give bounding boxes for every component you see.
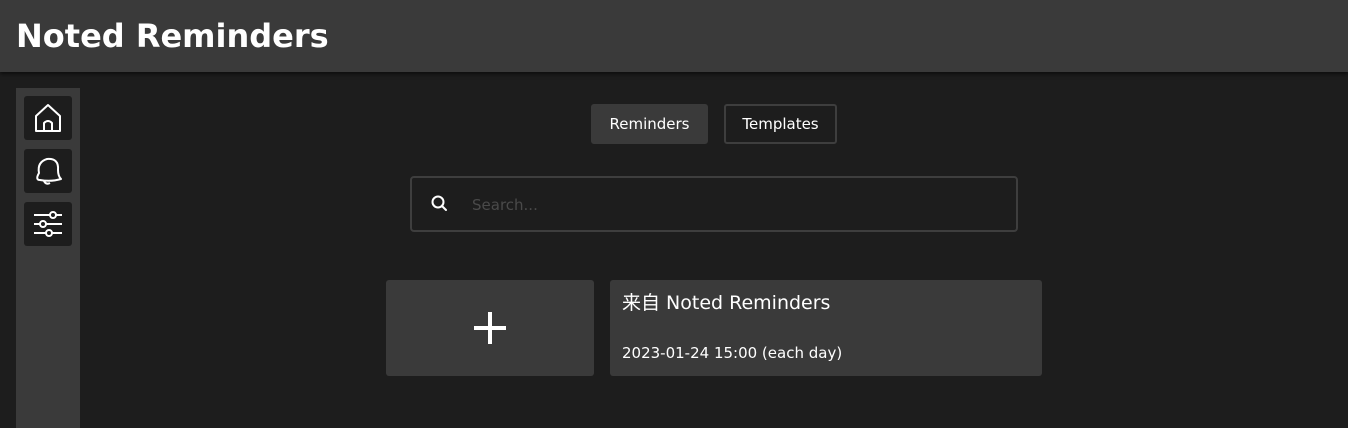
- add-reminder-button[interactable]: [386, 280, 594, 376]
- sliders-icon: [34, 211, 62, 237]
- tab-templates[interactable]: Templates: [724, 104, 837, 144]
- sidebar-item-home[interactable]: [24, 96, 72, 140]
- search-input[interactable]: [472, 190, 992, 220]
- search-box: [410, 176, 1018, 232]
- home-icon: [35, 104, 61, 132]
- sidebar-item-reminders[interactable]: [24, 149, 72, 193]
- reminder-title: 来自 Noted Reminders: [622, 292, 831, 314]
- reminder-card[interactable]: 来自 Noted Reminders 2023-01-24 15:00 (eac…: [610, 280, 1042, 376]
- bell-icon: [36, 157, 62, 185]
- app-header: Noted Reminders: [0, 0, 1348, 72]
- sidebar: [16, 88, 80, 428]
- view-tabs: Reminders Templates: [591, 104, 837, 144]
- reminder-schedule: 2023-01-24 15:00 (each day): [622, 344, 843, 362]
- sidebar-item-settings[interactable]: [24, 202, 72, 246]
- app-title: Noted Reminders: [16, 17, 329, 55]
- search-icon: [431, 195, 447, 211]
- plus-icon: [474, 312, 506, 344]
- tab-reminders[interactable]: Reminders: [591, 104, 708, 144]
